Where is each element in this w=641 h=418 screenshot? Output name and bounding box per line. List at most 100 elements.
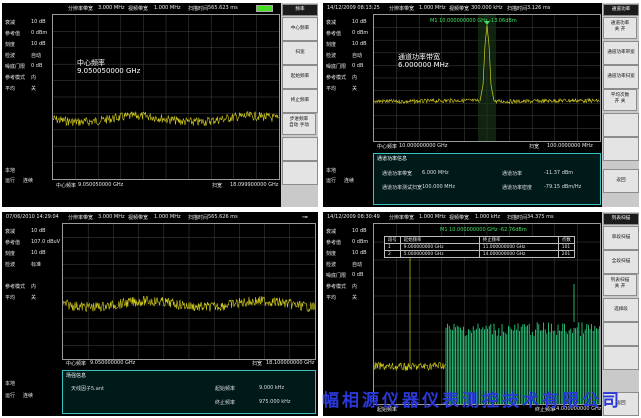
setting-row[interactable]: 噪底门限 0 dB	[326, 272, 372, 279]
setting-row[interactable]: 参考值 0 dBm	[5, 30, 51, 37]
setting-key: 衰减	[5, 20, 16, 26]
video-bw-value: 1.000 kHz	[475, 214, 501, 220]
panel-title: 场强信息	[66, 373, 87, 379]
list-sweep-toggle[interactable]: 列表扫描关 开	[603, 274, 637, 296]
setting-row[interactable]: 检波 标准	[5, 261, 51, 268]
trace-grid[interactable]: 中心频率 9.050050000 GHz	[52, 14, 280, 180]
column-header: 点数	[557, 236, 575, 244]
setting-value: 连续	[23, 178, 34, 184]
plug-icon: ⊸	[302, 213, 308, 221]
panel-value: 975.000 kHz	[259, 399, 291, 405]
all-segments-button[interactable]: 全段扫描	[603, 250, 639, 274]
back-button[interactable]: 返回	[603, 169, 639, 193]
setting-row[interactable]: 平均 关	[5, 294, 51, 301]
setting-key: 参考值	[326, 240, 342, 246]
setting-row[interactable]: 参考值 0 dBm	[326, 239, 372, 246]
setting-row[interactable]: 参考值 0 dBm	[326, 30, 372, 37]
setting-row[interactable]: 刻度 10 dB	[5, 41, 51, 48]
setting-row[interactable]: 参考值 107.0 dBuV	[5, 239, 60, 246]
setting-row[interactable]: 运行 连续	[326, 177, 372, 184]
channel-bw-button[interactable]: 通道功率带宽	[603, 41, 639, 65]
footer-label: 中心频率	[66, 361, 87, 367]
step-freq-button[interactable]: 步进频率 自动 手动	[282, 113, 316, 135]
panel-label: 终止频率	[215, 400, 236, 406]
overlay-value: 9.050050000 GHz	[77, 67, 141, 75]
setting-value: 107.0 dBuV	[31, 239, 61, 245]
setting-row[interactable]: 衰减 10 dB	[326, 19, 372, 26]
setting-row[interactable]: 参考模式内	[326, 74, 372, 81]
stop-freq-button[interactable]: 终止频率	[282, 89, 318, 113]
center-freq-button[interactable]: 中心频率	[282, 17, 318, 41]
antenna-factor-file[interactable]: 天线因子5.ant	[71, 385, 104, 392]
setting-row[interactable]: 刻度 10 dB	[326, 41, 372, 48]
table-header: 段号 起始频率 终止频率 点数	[384, 236, 575, 244]
setting-row[interactable]: 平均 关	[326, 85, 372, 92]
field-strength-panel: 场强信息 天线因子5.ant 起始频率 9.000 kHz 终止频率 975.0…	[62, 370, 316, 414]
setting-value: 关	[31, 295, 37, 301]
setting-row[interactable]: 检波 自动	[326, 52, 372, 59]
res-bw-label: 分辨率带宽	[68, 6, 94, 12]
setting-row[interactable]: 参考模式内	[326, 283, 372, 290]
setting-row[interactable]: 平均 关	[326, 294, 372, 301]
empty-softkey[interactable]	[282, 161, 318, 185]
setting-key: 刻度	[326, 251, 337, 257]
panel-value: 9.000 kHz	[259, 385, 285, 391]
status-bar: 分辨率带宽 3.000 MHz 视频带宽 1.000 MHz 扫描时间 565.…	[2, 3, 278, 12]
empty-softkey[interactable]	[603, 137, 639, 161]
table-row[interactable]: 2 5.000000000 GHz 14.000000000 GHz 201	[384, 250, 575, 258]
span-button[interactable]: 扫宽	[282, 41, 318, 65]
setting-key: 刻度	[5, 251, 16, 257]
setting-row[interactable]: 参考模式内	[5, 74, 51, 81]
setting-row[interactable]: 参考模式内	[5, 283, 51, 290]
empty-softkey[interactable]	[603, 322, 639, 346]
table-row[interactable]: 1 9.000000000 GHz 11.000000000 GHz 101	[384, 243, 575, 251]
table-cell: 2	[384, 250, 401, 258]
trace-grid[interactable]	[62, 223, 316, 360]
single-segment-button[interactable]: 单段扫描	[603, 226, 639, 250]
setting-row[interactable]: 刻度 10 dB	[5, 250, 51, 257]
status-bar: 14/12/2009 08:30:49 分辨率带宽 1.000 MHz 视频带宽…	[323, 212, 599, 221]
select-segment-button[interactable]: 选择段	[603, 298, 639, 322]
footer-value: 100.0000000 MHz	[547, 143, 593, 149]
video-bw-label: 视频带宽	[128, 215, 149, 221]
setting-key: 检波	[5, 262, 16, 268]
empty-softkey[interactable]	[603, 346, 639, 370]
setting-row[interactable]: 衰减 10 dB	[5, 19, 51, 26]
marker-readout: M1 10.000000000 GHz -62.76dBm	[440, 227, 527, 233]
panel-value: 100.000 MHz	[422, 184, 455, 190]
setting-row[interactable]: 平均 关	[5, 85, 51, 92]
start-freq-button[interactable]: 起始频率	[282, 65, 318, 89]
res-bw-label: 分辨率带宽	[389, 215, 415, 221]
setting-row[interactable]: 运行 连续	[5, 392, 51, 399]
setting-row[interactable]: 衰减 10 dB	[326, 228, 372, 235]
setting-row[interactable]: 检波 自动	[326, 261, 372, 268]
setting-row[interactable]: 运行 连续	[5, 177, 51, 184]
trace-grid[interactable]: M1 10.000000000 GHz -62.76dBm 段号 起始频率 终止…	[373, 223, 601, 405]
setting-row[interactable]: 噪底门限 0 dB	[326, 63, 372, 70]
empty-softkey[interactable]	[603, 113, 639, 137]
setting-key: 本地	[5, 168, 16, 174]
res-bw-label: 分辨率带宽	[68, 215, 94, 221]
setting-row[interactable]: 检波 自动	[5, 52, 51, 59]
setting-row[interactable]: 刻度 10 dB	[326, 250, 372, 257]
spectrum-trace	[374, 15, 600, 141]
empty-softkey[interactable]	[282, 137, 318, 161]
segment-table[interactable]: 段号 起始频率 终止频率 点数 1 9.000000000 GHz 11.000…	[384, 236, 575, 258]
spectrum-trace	[63, 224, 315, 359]
sweep-time-value: 3.126 ms	[527, 5, 551, 11]
setting-row[interactable]: 衰减 10 dB	[5, 228, 51, 235]
channel-span-button[interactable]: 通道功率扫宽	[603, 65, 639, 89]
average-count-button[interactable]: 平均次数开 关	[603, 89, 637, 111]
setting-value: 0 dBm	[352, 239, 369, 245]
spectrum-trace	[53, 15, 279, 179]
setting-value: 0 dBm	[31, 30, 48, 36]
video-bw-label: 视频带宽	[449, 215, 470, 221]
setting-row[interactable]: 噪底门限 0 dB	[5, 63, 51, 70]
sweep-time-value: 565.623 ms	[208, 5, 238, 11]
marker-readout: M1 10.000000000 GHz -13.06dBm	[430, 18, 517, 24]
setting-value: 连续	[23, 393, 34, 399]
panel-title: 通道功率信息	[377, 156, 408, 162]
setting-key: 检波	[5, 53, 16, 59]
channel-power-toggle[interactable]: 通道功率关 开	[603, 17, 637, 39]
trace-grid[interactable]: M1 10.000000000 GHz -13.06dBm 通道功率带宽 6.0…	[373, 14, 601, 142]
